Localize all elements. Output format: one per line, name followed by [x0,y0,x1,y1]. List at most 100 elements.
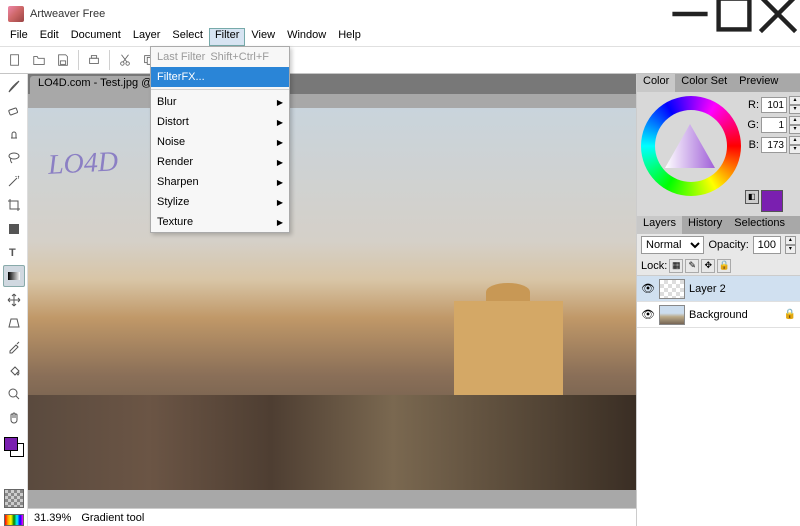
svg-text:T: T [9,247,16,259]
canvas[interactable]: LO4D [28,94,636,508]
menu-file[interactable]: File [4,28,34,46]
menu-separator [151,89,289,90]
menu-edit[interactable]: Edit [34,28,65,46]
current-color-swatch[interactable] [761,190,783,212]
r-label: R: [745,99,759,111]
color-swatches[interactable] [4,437,24,457]
right-panels: ColorColor SetPreview R:▴▾ G:▴▾ B:▴▾ ◧ L… [636,74,800,526]
toolbar-separator [109,50,110,70]
layer-thumbnail [659,279,685,299]
menu-item-distort[interactable]: Distort▶ [151,112,289,132]
menu-select[interactable]: Select [166,28,209,46]
layer-opacity-input[interactable] [753,236,781,254]
menu-view[interactable]: View [245,28,281,46]
menu-item-last-filter: Last FilterShift+Ctrl+F [151,47,289,67]
menu-item-blur[interactable]: Blur▶ [151,92,289,112]
eyedropper-tool[interactable] [3,336,25,358]
layer-name: Layer 2 [689,283,796,295]
shape-tool[interactable] [3,218,25,240]
cut-button[interactable] [114,49,136,71]
tab-selections[interactable]: Selections [728,216,791,234]
blend-mode-select[interactable]: Normal [641,236,704,254]
toolbar-separator [78,50,79,70]
tool-palette: T [0,74,28,526]
main-area: T LO4D.com - Test.jpg @ 31… LO4D 31.39% … [0,74,800,526]
hand-tool[interactable] [3,407,25,429]
layer-row[interactable]: 👁 Background 🔒 [637,302,800,328]
zoom-readout: 31.39% [34,512,71,524]
b-spinner[interactable]: ▴▾ [789,136,800,154]
window-title: Artweaver Free [30,8,668,20]
b-label: B: [745,139,759,151]
text-tool[interactable]: T [3,242,25,264]
color-panel: R:▴▾ G:▴▾ B:▴▾ ◧ [637,92,800,216]
gradient-tool[interactable] [3,265,25,287]
layer-opacity-spinner[interactable]: ▴▾ [785,236,796,254]
lock-icon: 🔒 [784,309,796,320]
wand-tool[interactable] [3,171,25,193]
zoom-tool[interactable] [3,384,25,406]
layer-name: Background [689,309,780,321]
layer-thumbnail [659,305,685,325]
lock-transparency-button[interactable]: ▦ [669,259,683,273]
menu-window[interactable]: Window [281,28,332,46]
stamp-tool[interactable] [3,123,25,145]
new-file-button[interactable] [4,49,26,71]
main-toolbar [0,46,800,74]
menu-document[interactable]: Document [65,28,127,46]
tab-history[interactable]: History [682,216,728,234]
menu-item-filterfx-[interactable]: FilterFX... [151,67,289,87]
move-tool[interactable] [3,289,25,311]
color-wheel[interactable] [641,96,741,196]
brush-tool[interactable] [3,76,25,98]
r-input[interactable] [761,97,787,113]
menu-help[interactable]: Help [332,28,367,46]
submenu-arrow-icon: ▶ [277,138,283,147]
tab-color-set[interactable]: Color Set [675,74,733,92]
layer-opacity-label: Opacity: [708,239,748,251]
visibility-toggle-icon[interactable]: 👁 [641,308,655,321]
menu-item-render[interactable]: Render▶ [151,152,289,172]
print-button[interactable] [83,49,105,71]
minimize-button[interactable] [668,0,712,28]
layer-row[interactable]: 👁 Layer 2 [637,276,800,302]
submenu-arrow-icon: ▶ [277,198,283,207]
layers-panel-tabs: LayersHistorySelections [637,216,800,234]
menu-filter[interactable]: Filter [209,28,245,46]
tab-preview[interactable]: Preview [733,74,784,92]
perspective-tool[interactable] [3,313,25,335]
crop-tool[interactable] [3,194,25,216]
lock-position-button[interactable]: ✥ [701,259,715,273]
tab-color[interactable]: Color [637,74,675,92]
current-color: ◧ [745,190,800,212]
menu-item-stylize[interactable]: Stylize▶ [151,192,289,212]
r-spinner[interactable]: ▴▾ [789,96,800,114]
canvas-area: LO4D.com - Test.jpg @ 31… LO4D 31.39% Gr… [28,74,636,526]
g-spinner[interactable]: ▴▾ [789,116,800,134]
layers-panel: Normal Opacity: ▴▾ Lock: ▦ ✎ ✥ 🔒 👁Layer … [637,234,800,526]
menu-item-noise[interactable]: Noise▶ [151,132,289,152]
menu-item-sharpen[interactable]: Sharpen▶ [151,172,289,192]
maximize-button[interactable] [712,0,756,28]
document-image: LO4D [28,108,636,490]
eraser-tool[interactable] [3,100,25,122]
close-button[interactable] [756,0,800,28]
set-color-icon[interactable]: ◧ [745,190,759,204]
title-bar: Artweaver Free [0,0,800,28]
lock-pixels-button[interactable]: ✎ [685,259,699,273]
pattern-swatch[interactable] [4,489,24,509]
menu-layer[interactable]: Layer [127,28,167,46]
open-file-button[interactable] [28,49,50,71]
bucket-tool[interactable] [3,360,25,382]
b-input[interactable] [761,137,787,153]
menu-item-texture[interactable]: Texture▶ [151,212,289,232]
gradient-swatch[interactable] [4,514,24,526]
lock-all-button[interactable]: 🔒 [717,259,731,273]
tab-layers[interactable]: Layers [637,216,682,234]
lasso-tool[interactable] [3,147,25,169]
color-panel-tabs: ColorColor SetPreview [637,74,800,92]
save-button[interactable] [52,49,74,71]
status-bar: 31.39% Gradient tool [28,508,636,526]
visibility-toggle-icon[interactable]: 👁 [641,282,655,295]
g-input[interactable] [761,117,787,133]
